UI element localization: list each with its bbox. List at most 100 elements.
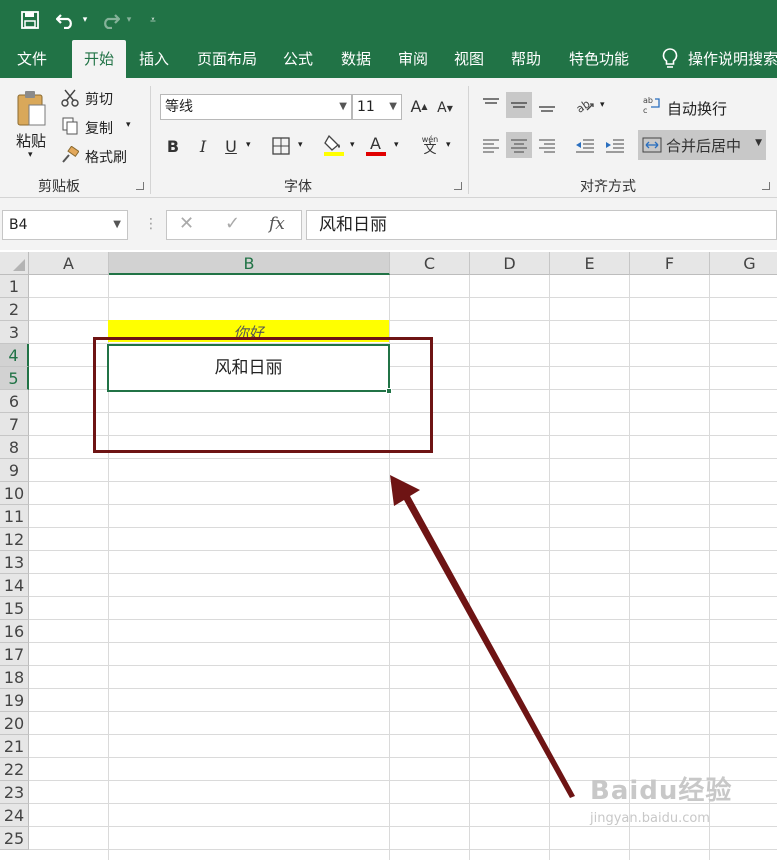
customize-qat-icon[interactable]: ⩡ xyxy=(146,6,160,34)
cancel-icon[interactable]: ✕ xyxy=(179,213,194,234)
formula-input[interactable]: 风和日丽 xyxy=(306,210,777,240)
name-box-dropdown-icon[interactable]: ▼ xyxy=(113,211,121,239)
lightbulb-icon[interactable] xyxy=(660,40,680,78)
redo-dropdown-icon[interactable]: ▾ xyxy=(124,6,134,34)
bold-button[interactable]: B xyxy=(162,134,184,158)
font-size-dropdown-icon[interactable]: ▼ xyxy=(389,95,397,119)
tab-review[interactable]: 审阅 xyxy=(391,40,435,78)
align-center-icon[interactable] xyxy=(506,132,532,158)
row-header[interactable]: 18 xyxy=(0,666,29,689)
row-header[interactable]: 2 xyxy=(0,298,29,321)
paste-button[interactable]: 粘贴 xyxy=(16,130,46,151)
row-header[interactable]: 16 xyxy=(0,620,29,643)
tab-data[interactable]: 数据 xyxy=(334,40,378,78)
row-header[interactable]: 23 xyxy=(0,781,29,804)
font-color-dropdown-icon[interactable]: ▾ xyxy=(394,140,399,150)
row-header[interactable]: 8 xyxy=(0,436,29,459)
undo-dropdown-icon[interactable]: ▾ xyxy=(80,6,90,34)
italic-button[interactable]: I xyxy=(192,134,214,158)
tab-view[interactable]: 视图 xyxy=(447,40,491,78)
format-painter-icon[interactable] xyxy=(60,145,80,165)
row-header[interactable]: 20 xyxy=(0,712,29,735)
merge-dropdown-icon[interactable]: ▼ xyxy=(755,138,762,148)
name-box[interactable]: B4 ▼ xyxy=(2,210,128,240)
row-header[interactable]: 7 xyxy=(0,413,29,436)
select-all-corner[interactable] xyxy=(0,252,29,275)
orientation-dropdown-icon[interactable]: ▾ xyxy=(600,100,605,110)
redo-icon[interactable] xyxy=(98,6,122,34)
clipboard-launcher-icon[interactable] xyxy=(136,182,144,190)
font-name-box[interactable]: 等线 ▼ xyxy=(160,94,352,120)
increase-font-icon[interactable]: A ▲ xyxy=(408,94,430,118)
row-header[interactable]: 4 xyxy=(0,344,29,367)
row-header[interactable]: 6 xyxy=(0,390,29,413)
row-header[interactable]: 1 xyxy=(0,275,29,298)
fill-color-dropdown-icon[interactable]: ▾ xyxy=(350,140,355,150)
orientation-icon[interactable]: ab xyxy=(572,92,598,118)
underline-button[interactable]: U xyxy=(220,134,242,158)
decrease-font-icon[interactable]: A ▼ xyxy=(434,96,456,120)
copy-button[interactable]: 复制 xyxy=(85,118,113,138)
increase-indent-icon[interactable] xyxy=(602,132,628,158)
scissors-icon[interactable] xyxy=(60,88,80,108)
font-name-dropdown-icon[interactable]: ▼ xyxy=(339,95,347,119)
column-header-c[interactable]: C xyxy=(390,252,470,275)
row-header[interactable]: 9 xyxy=(0,459,29,482)
borders-dropdown-icon[interactable]: ▾ xyxy=(298,140,303,150)
font-color-icon[interactable]: A xyxy=(364,132,388,158)
row-header[interactable]: 19 xyxy=(0,689,29,712)
tab-page-layout[interactable]: 页面布局 xyxy=(190,40,264,78)
column-header-g[interactable]: G xyxy=(710,252,777,275)
phonetic-dropdown-icon[interactable]: ▾ xyxy=(446,140,451,150)
alignment-launcher-icon[interactable] xyxy=(762,182,770,190)
align-top-icon[interactable] xyxy=(478,92,504,118)
format-painter-button[interactable]: 格式刷 xyxy=(85,147,127,167)
tab-home[interactable]: 开始 xyxy=(72,40,126,78)
enter-icon[interactable]: ✓ xyxy=(225,213,240,234)
merge-center-button[interactable]: 合并后居中 ▼ xyxy=(638,130,766,160)
column-header-a[interactable]: A xyxy=(29,252,109,275)
row-header[interactable]: 13 xyxy=(0,551,29,574)
column-header-f[interactable]: F xyxy=(630,252,710,275)
align-left-icon[interactable] xyxy=(478,132,504,158)
paste-icon[interactable] xyxy=(14,88,48,128)
wrap-text-button[interactable]: 自动换行 xyxy=(667,98,727,119)
wrap-text-icon[interactable]: ab c xyxy=(642,94,662,116)
row-header[interactable]: 10 xyxy=(0,482,29,505)
align-right-icon[interactable] xyxy=(534,132,560,158)
underline-dropdown-icon[interactable]: ▾ xyxy=(246,140,251,150)
row-header[interactable]: 12 xyxy=(0,528,29,551)
tab-insert[interactable]: 插入 xyxy=(132,40,176,78)
copy-icon[interactable] xyxy=(60,116,80,136)
tab-file[interactable]: 文件 xyxy=(8,40,56,78)
save-icon[interactable] xyxy=(18,6,42,34)
row-header[interactable]: 14 xyxy=(0,574,29,597)
row-header[interactable]: 3 xyxy=(0,321,29,344)
row-header[interactable]: 5 xyxy=(0,367,29,390)
fill-color-icon[interactable] xyxy=(322,132,346,158)
tab-help[interactable]: 帮助 xyxy=(504,40,548,78)
tab-special-features[interactable]: 特色功能 xyxy=(562,40,636,78)
row-header[interactable]: 15 xyxy=(0,597,29,620)
paste-dropdown-icon[interactable]: ▾ xyxy=(28,150,33,160)
copy-dropdown-icon[interactable]: ▾ xyxy=(126,120,131,130)
tell-me-search[interactable]: 操作说明搜索 xyxy=(688,40,777,78)
column-header-e[interactable]: E xyxy=(550,252,630,275)
font-launcher-icon[interactable] xyxy=(454,182,462,190)
column-header-b[interactable]: B xyxy=(109,252,390,275)
cut-button[interactable]: 剪切 xyxy=(85,89,113,109)
row-header[interactable]: 25 xyxy=(0,827,29,850)
font-size-box[interactable]: 11 ▼ xyxy=(352,94,402,120)
row-header[interactable]: 24 xyxy=(0,804,29,827)
row-header[interactable]: 11 xyxy=(0,505,29,528)
phonetic-guide-icon[interactable]: wén 文 xyxy=(418,132,442,158)
decrease-indent-icon[interactable] xyxy=(572,132,598,158)
row-header[interactable]: 21 xyxy=(0,735,29,758)
column-header-d[interactable]: D xyxy=(470,252,550,275)
tab-formulas[interactable]: 公式 xyxy=(276,40,320,78)
insert-function-button[interactable]: fx xyxy=(269,214,285,234)
row-header[interactable]: 17 xyxy=(0,643,29,666)
row-header[interactable]: 22 xyxy=(0,758,29,781)
align-bottom-icon[interactable] xyxy=(534,92,560,118)
undo-icon[interactable] xyxy=(54,6,78,34)
